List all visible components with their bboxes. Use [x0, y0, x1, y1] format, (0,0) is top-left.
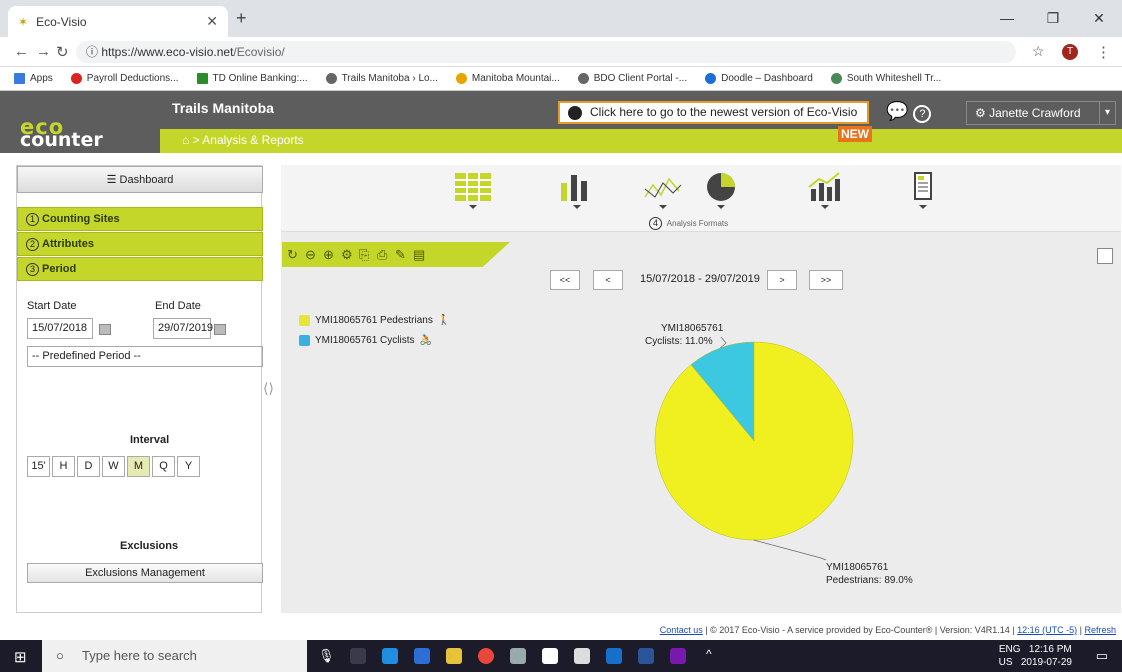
help-icon[interactable]: ?	[913, 105, 932, 123]
store-icon[interactable]	[574, 648, 590, 664]
tray-chevron-icon[interactable]: ^	[706, 647, 712, 661]
forward-icon[interactable]: →	[36, 43, 51, 60]
app-subheader	[0, 129, 1122, 153]
breadcrumb: ⌂ > Analysis & Reports	[182, 133, 304, 147]
interval-week[interactable]: W	[102, 456, 125, 477]
notification-icon[interactable]: ▭	[1096, 648, 1108, 664]
bookmark-apps[interactable]: Apps	[14, 73, 53, 84]
close-tab-icon[interactable]: ✕	[206, 13, 218, 30]
start-calendar-icon[interactable]	[99, 324, 111, 335]
analysis-panel: 4 Analysis Formats ↻ ⊖ ⊕ ⚙ ⎘ ⎙ ✎ ▤ << < 15/07/2…	[281, 165, 1121, 613]
predefined-period-select[interactable]: -- Predefined Period --	[27, 346, 263, 367]
chrome-icon[interactable]	[478, 648, 494, 664]
home-icon[interactable]: ⌂	[182, 133, 189, 147]
browser-tab[interactable]: ✶ Eco-Visio ✕	[8, 6, 228, 37]
footer: Contact us | © 2017 Eco-Visio - A servic…	[659, 625, 1116, 635]
taskbar-search-input[interactable]: ○ Type here to search	[42, 640, 307, 672]
tab-title: Eco-Visio	[36, 14, 87, 29]
bookmark-bdo[interactable]: BDO Client Portal -...	[577, 73, 687, 84]
footer-copyright: | © 2017 Eco-Visio - A service provided …	[705, 625, 1015, 635]
minimize-icon[interactable]: —	[984, 0, 1030, 37]
home-app-icon[interactable]	[542, 648, 558, 664]
search-icon: ○	[56, 648, 64, 663]
new-tab-icon[interactable]: +	[236, 8, 247, 29]
time-link[interactable]: 12:16 (UTC -5)	[1017, 625, 1077, 635]
bookmark-mountain[interactable]: Manitoba Mountai...	[455, 73, 560, 84]
left-panel: ☰ Dashboard 1 Counting Sites 2 Attributes …	[16, 165, 263, 613]
pie-chart-icon	[568, 106, 582, 120]
section-attributes[interactable]: 2 Attributes	[17, 232, 263, 256]
menu-icon[interactable]: ⋮	[1096, 43, 1111, 61]
interval-15[interactable]: 15'	[27, 456, 50, 477]
pie-slice-pedestrians[interactable]	[654, 341, 854, 541]
windows-taskbar: ⊞ ○ Type here to search 🎙 ^ ENG 12:16 PM …	[0, 640, 1122, 672]
task-view-icon[interactable]	[350, 648, 366, 664]
end-calendar-icon[interactable]	[214, 324, 226, 335]
exclusions-label: Exclusions	[120, 540, 179, 552]
system-clock[interactable]: ENG 12:16 PM US 2019-07-29	[999, 643, 1072, 669]
star-icon[interactable]: ☆	[1032, 43, 1045, 60]
close-window-icon[interactable]: ✕	[1076, 0, 1122, 37]
label-pedestrians-id: YMI18065761	[826, 562, 889, 573]
interval-quarter[interactable]: Q	[152, 456, 175, 477]
interval-month[interactable]: M	[127, 456, 150, 477]
bookmark-payroll[interactable]: Payroll Deductions...	[70, 73, 179, 84]
outlook-icon[interactable]	[606, 648, 622, 664]
interval-year[interactable]: Y	[177, 456, 200, 477]
label-cyclists-value: Cyclists: 11.0%	[645, 336, 713, 347]
app-icon-1[interactable]	[510, 648, 526, 664]
site-name: Trails Manitoba	[172, 100, 274, 116]
chevron-down-icon[interactable]: ▾	[1099, 102, 1115, 124]
interval-hour[interactable]: H	[52, 456, 75, 477]
eco-counter-logo: eco counter	[0, 91, 160, 153]
leader-line-pedestrians	[753, 539, 827, 561]
bookmark-doodle[interactable]: Doodle – Dashboard	[705, 73, 813, 84]
windows-start-icon[interactable]: ⊞	[14, 648, 27, 666]
exclusions-management-button[interactable]: Exclusions Management	[27, 563, 263, 583]
url-input[interactable]: ⓘ https://www.eco-visio.net/Ecovisio/	[76, 41, 1016, 63]
edge-icon[interactable]	[414, 648, 430, 664]
restore-icon[interactable]: ❐	[1030, 0, 1076, 37]
reload-icon[interactable]: ↻	[56, 43, 69, 61]
end-date-input[interactable]: 29/07/2019	[153, 318, 213, 339]
gear-icon: ⚙	[975, 106, 986, 120]
dashboard-button[interactable]: ☰ Dashboard	[17, 166, 263, 193]
back-icon[interactable]: ←	[14, 43, 29, 60]
browser-tab-bar: ✶ Eco-Visio ✕ + — ❐ ✕	[0, 0, 1122, 37]
bookmark-trails[interactable]: Trails Manitoba › Lo...	[325, 73, 438, 84]
new-version-button[interactable]: Click here to go to the newest version o…	[558, 101, 869, 124]
label-pedestrians-value: Pedestrians: 89.0%	[826, 575, 913, 586]
refresh-link[interactable]: Refresh	[1084, 625, 1116, 635]
project-icon[interactable]	[670, 648, 686, 664]
panel-toggle-icon[interactable]: ⟨⟩	[263, 380, 274, 397]
section-period[interactable]: 3 Period	[17, 257, 263, 281]
microphone-icon[interactable]: 🎙	[318, 648, 335, 664]
start-date-input[interactable]: 15/07/2018	[27, 318, 93, 339]
new-badge: NEW	[838, 126, 872, 142]
address-bar-row: ← → ↻ ⓘ https://www.eco-visio.net/Ecovis…	[0, 37, 1122, 67]
bookmark-td[interactable]: TD Online Banking:...	[196, 73, 308, 84]
interval-day[interactable]: D	[77, 456, 100, 477]
bookmarks-bar: Apps Payroll Deductions... TD Online Ban…	[0, 67, 1122, 91]
ie-icon[interactable]	[382, 648, 398, 664]
file-explorer-icon[interactable]	[446, 648, 462, 664]
pie-chart: YMI18065761 Cyclists: 11.0% YMI18065761 Ped…	[645, 323, 913, 586]
word-icon[interactable]	[638, 648, 654, 664]
interval-buttons: 15' H D W M Q Y	[27, 456, 202, 477]
favicon-icon: ✶	[18, 14, 29, 29]
end-date-label: End Date	[155, 300, 201, 312]
bookmark-whiteshell[interactable]: South Whiteshell Tr...	[830, 73, 941, 84]
interval-label: Interval	[130, 434, 170, 446]
start-date-label: Start Date	[27, 300, 77, 312]
user-menu[interactable]: ⚙ Janette Crawford ▾	[966, 101, 1116, 125]
profile-avatar[interactable]: T	[1062, 44, 1078, 60]
label-cyclists-id: YMI18065761	[661, 323, 724, 334]
section-counting-sites[interactable]: 1 Counting Sites	[17, 207, 263, 231]
breadcrumb-analysis[interactable]: > Analysis & Reports	[193, 133, 304, 147]
contact-link[interactable]: Contact us	[660, 625, 703, 635]
chat-icon[interactable]: 💬	[886, 101, 908, 121]
